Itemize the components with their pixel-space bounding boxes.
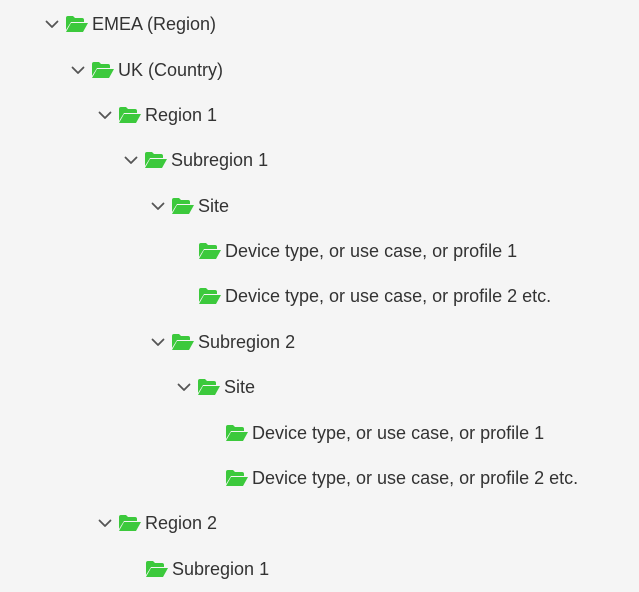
tree-node-subregion-1[interactable]: Subregion 1	[146, 555, 269, 583]
tree-node-emea-region[interactable]: EMEA (Region)	[44, 10, 216, 38]
tree-node-label: Device type, or use case, or profile 2 e…	[225, 286, 552, 306]
chevron-down-icon[interactable]	[97, 107, 113, 123]
tree-node-region-1[interactable]: Region 1	[97, 101, 217, 129]
chevron-down-icon[interactable]	[176, 379, 192, 395]
tree-node-label: Site	[198, 196, 230, 216]
folder-open-icon	[172, 334, 194, 350]
chevron-down-icon[interactable]	[123, 152, 139, 168]
tree-node-label: Site	[224, 377, 256, 397]
tree-node-label: Subregion 1	[172, 559, 270, 579]
folder-open-icon	[119, 107, 141, 123]
folder-open-icon	[66, 16, 88, 32]
folder-open-icon	[172, 198, 194, 214]
chevron-down-icon[interactable]	[97, 515, 113, 531]
folder-open-icon	[146, 561, 168, 577]
tree-node-device-profile-1[interactable]: Device type, or use case, or profile 1	[199, 237, 517, 265]
tree-node-label: Device type, or use case, or profile 1	[252, 423, 545, 443]
folder-tree: EMEA (Region) UK (Country) Region 1 Subr…	[0, 0, 639, 592]
tree-node-region-2[interactable]: Region 2	[97, 509, 217, 537]
tree-node-subregion-2[interactable]: Subregion 2	[150, 328, 295, 356]
folder-open-icon	[226, 425, 248, 441]
tree-node-label: Subregion 2	[198, 332, 296, 352]
tree-node-device-profile-2[interactable]: Device type, or use case, or profile 2 e…	[199, 282, 551, 310]
tree-node-label: Region 1	[145, 105, 218, 125]
tree-node-site[interactable]: Site	[150, 192, 229, 220]
tree-node-label: UK (Country)	[118, 60, 224, 80]
folder-open-icon	[199, 243, 221, 259]
tree-node-label: EMEA (Region)	[92, 14, 217, 34]
folder-open-icon	[92, 62, 114, 78]
tree-node-device-profile-2[interactable]: Device type, or use case, or profile 2 e…	[226, 464, 578, 492]
folder-open-icon	[145, 152, 167, 168]
tree-node-site[interactable]: Site	[176, 373, 255, 401]
tree-node-label: Subregion 1	[171, 150, 269, 170]
chevron-down-icon[interactable]	[70, 62, 86, 78]
tree-node-device-profile-1[interactable]: Device type, or use case, or profile 1	[226, 419, 544, 447]
chevron-down-icon[interactable]	[44, 16, 60, 32]
tree-node-subregion-1[interactable]: Subregion 1	[123, 146, 268, 174]
folder-open-icon	[119, 515, 141, 531]
tree-node-label: Device type, or use case, or profile 1	[225, 241, 518, 261]
tree-node-label: Device type, or use case, or profile 2 e…	[252, 468, 579, 488]
folder-open-icon	[199, 288, 221, 304]
folder-open-icon	[226, 470, 248, 486]
tree-node-label: Region 2	[145, 513, 218, 533]
folder-open-icon	[198, 379, 220, 395]
chevron-down-icon[interactable]	[150, 198, 166, 214]
chevron-down-icon[interactable]	[150, 334, 166, 350]
tree-node-uk-country[interactable]: UK (Country)	[70, 56, 223, 84]
